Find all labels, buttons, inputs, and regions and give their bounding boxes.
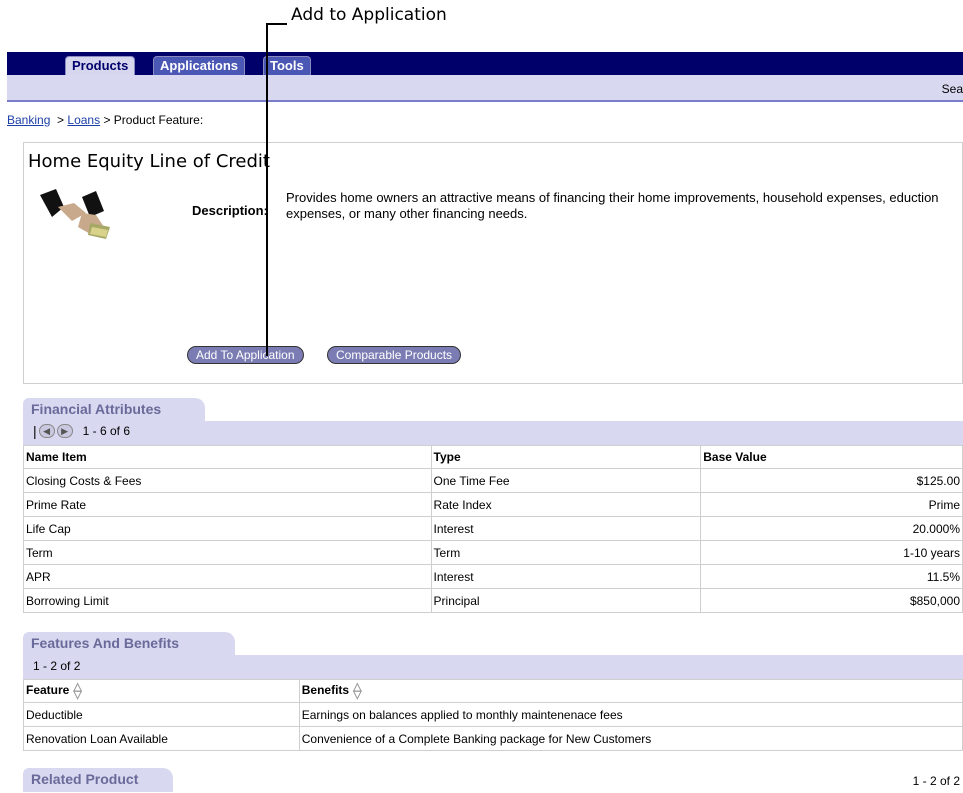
description-label: Description: [192, 203, 268, 218]
related-product-tab: Related Product [23, 768, 173, 792]
col-header-name-item[interactable]: Name Item [23, 445, 432, 469]
cell: One Time Fee [430, 468, 702, 493]
cell: Prime [700, 492, 963, 517]
tab-applications[interactable]: Applications [153, 56, 246, 75]
cell: $125.00 [700, 468, 963, 493]
callout-leader-vertical [266, 23, 268, 356]
cell: Closing Costs & Fees [23, 468, 432, 493]
cell: Term [23, 540, 432, 565]
first-page-icon[interactable]: | [33, 423, 37, 439]
product-box: Home Equity Line of Credit Description: … [23, 142, 963, 384]
prev-page-icon[interactable]: ◀ [38, 424, 55, 438]
description-text: Provides home owners an attractive means… [286, 190, 939, 221]
features-pager-bar: 1 - 2 of 2 [23, 655, 963, 679]
sub-nav-bar: Sea [7, 75, 963, 102]
cell: Interest [430, 516, 702, 541]
table-row: Closing Costs & Fees One Time Fee $125.00 [23, 468, 963, 493]
comparable-products-button[interactable]: Comparable Products [327, 346, 462, 364]
table-row: Deductible Earnings on balances applied t… [23, 702, 963, 727]
features-benefits-tab: Features And Benefits [23, 632, 235, 656]
tab-tools[interactable]: Tools [263, 56, 311, 75]
sort-icon[interactable]: △ ▽ [353, 682, 361, 701]
cell: Convenience of a Complete Banking packag… [298, 726, 963, 751]
breadcrumb-banking[interactable]: Banking [7, 113, 50, 127]
cell: Borrowing Limit [23, 588, 432, 613]
table-row: Term Term 1-10 years [23, 540, 963, 565]
top-nav-bar: Products Applications Tools [7, 52, 963, 75]
breadcrumb-loans[interactable]: Loans [67, 113, 100, 127]
callout-label: Add to Application [291, 5, 447, 25]
breadcrumb-sep: > [53, 113, 68, 127]
features-table: Feature △ ▽ Benefits △ ▽ Deductible Earnings … [23, 679, 963, 751]
add-to-application-button[interactable]: Add To Application [187, 346, 304, 364]
related-range: 1 - 2 of 2 [912, 774, 960, 788]
financial-pager: | ◀ ▶ 1 - 6 of 6 [33, 423, 130, 439]
search-link-partial[interactable]: Sea [942, 82, 963, 96]
tab-products[interactable]: Products [65, 56, 136, 75]
col-header-feature-label: Feature [26, 683, 70, 698]
breadcrumb-current: > Product Feature: [103, 113, 204, 127]
sort-icon[interactable]: △ ▽ [73, 682, 81, 701]
cell: $850,000 [700, 588, 963, 613]
col-header-type[interactable]: Type [430, 445, 702, 469]
cell: Principal [430, 588, 702, 613]
col-header-base-value[interactable]: Base Value [700, 445, 963, 469]
table-row: APR Interest 11.5% [23, 564, 963, 589]
cell: Earnings on balances applied to monthly … [298, 702, 963, 727]
cell: 1-10 years [700, 540, 963, 565]
col-header-benefits-label: Benefits [301, 683, 350, 698]
features-range: 1 - 2 of 2 [33, 659, 81, 673]
col-header-feature[interactable]: Feature △ ▽ [23, 679, 300, 703]
table-row: Prime Rate Rate Index Prime [23, 492, 963, 517]
breadcrumb: Banking > Loans > Product Feature: [7, 113, 203, 127]
cell: Renovation Loan Available [23, 726, 300, 751]
next-page-icon[interactable]: ▶ [56, 424, 73, 438]
cell: 20.000% [700, 516, 963, 541]
table-row: Life Cap Interest 20.000% [23, 516, 963, 541]
money-hands-image [40, 189, 110, 239]
cell: Deductible [23, 702, 300, 727]
cell: 11.5% [700, 564, 963, 589]
callout-leader-horizontal [266, 23, 287, 25]
financial-range: 1 - 6 of 6 [82, 424, 131, 438]
financial-attributes-tab: Financial Attributes [23, 398, 205, 422]
col-header-benefits[interactable]: Benefits △ ▽ [298, 679, 963, 703]
financial-pager-bar: | ◀ ▶ 1 - 6 of 6 [23, 421, 963, 445]
product-title: Home Equity Line of Credit [28, 151, 270, 172]
cell: Rate Index [430, 492, 702, 517]
table-row: Renovation Loan Available Convenience of … [23, 726, 963, 751]
cell: Prime Rate [23, 492, 432, 517]
cell: Life Cap [23, 516, 432, 541]
financial-table: Name Item Type Base Value Closing Costs … [23, 445, 963, 613]
cell: Term [430, 540, 702, 565]
table-row: Borrowing Limit Principal $850,000 [23, 588, 963, 613]
cell: Interest [430, 564, 702, 589]
cell: APR [23, 564, 432, 589]
